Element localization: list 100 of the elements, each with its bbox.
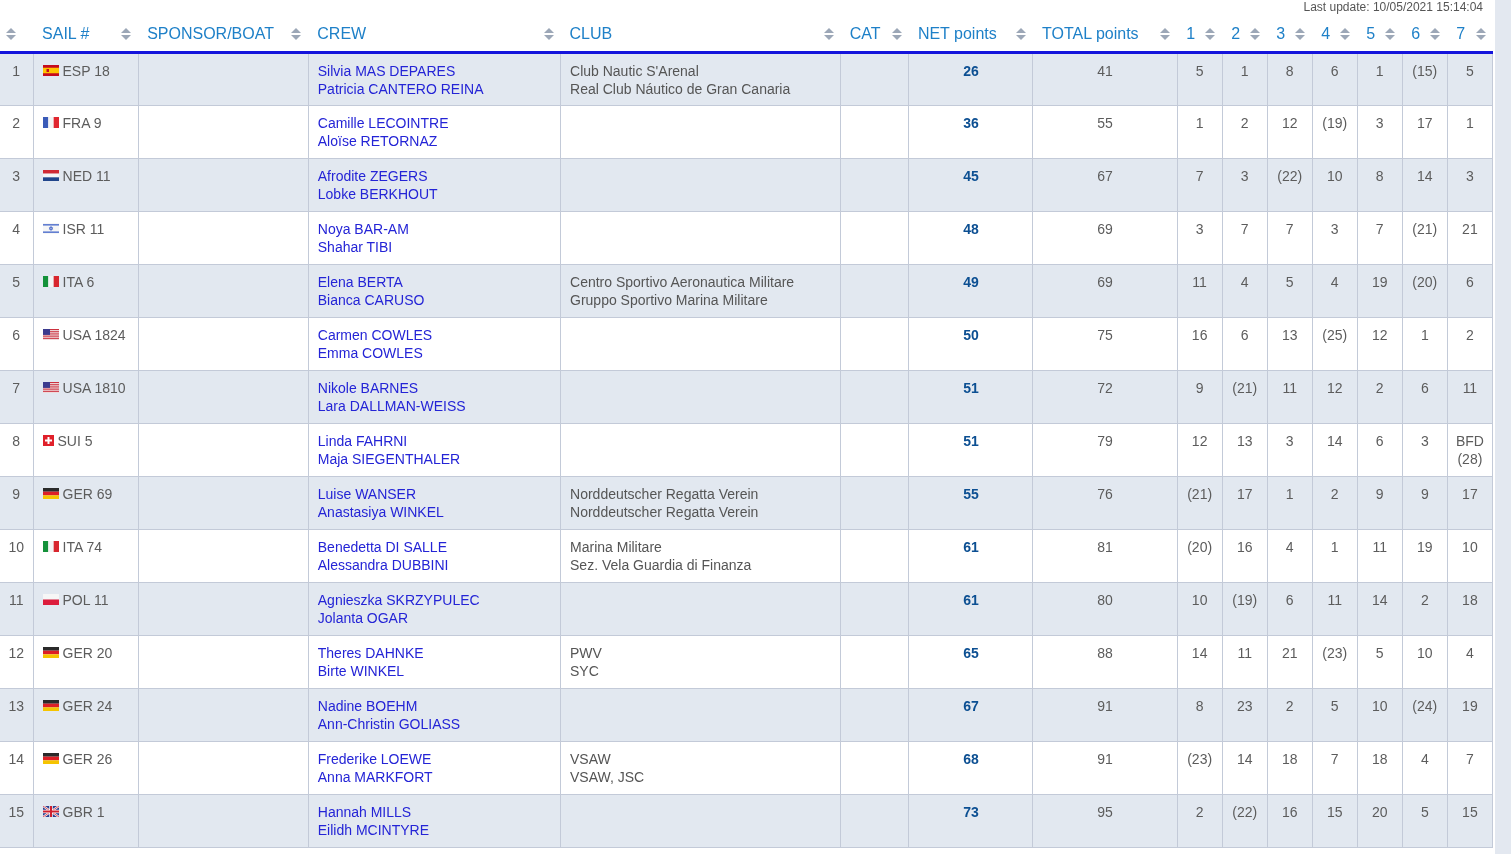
crew-link[interactable]: Luise WANSER xyxy=(317,484,417,503)
rank-text: 12 xyxy=(8,644,25,661)
crew-link[interactable]: Frederike LOEWE xyxy=(317,749,432,768)
race-score: 11 xyxy=(1282,378,1297,397)
race-score: 3 xyxy=(1240,166,1249,185)
crew-link[interactable]: Nadine BOEHM xyxy=(317,696,418,715)
column-header[interactable]: SPONSOR/BOAT xyxy=(138,18,309,52)
column-header[interactable]: 3 xyxy=(1267,18,1313,52)
crew-link[interactable]: Benedetta DI SALLE xyxy=(317,537,447,556)
race-score: 16 xyxy=(1236,537,1253,556)
rank-text: 5 xyxy=(12,273,21,290)
race-score: 1 xyxy=(1375,61,1384,80)
column-header[interactable]: NET points xyxy=(908,18,1033,52)
crew-link[interactable]: Patricia CANTERO REINA xyxy=(317,79,484,98)
club-name: VSAW, JSC xyxy=(570,767,645,786)
crew-link[interactable]: Birte WINKEL xyxy=(317,661,405,680)
column-header[interactable]: SAIL # xyxy=(33,18,139,52)
total-points: 81 xyxy=(1097,538,1113,555)
crew-link[interactable]: Lobke BERKHOUT xyxy=(317,184,438,203)
race-score: 6 xyxy=(1466,272,1474,291)
crew-link[interactable]: Hannah MILLS xyxy=(317,802,412,821)
race-score: 3 xyxy=(1195,219,1204,238)
crew-link[interactable]: Lara DALLMAN-WEISS xyxy=(317,396,466,415)
sail-number: ITA 74 xyxy=(62,537,102,556)
rank-text: 14 xyxy=(8,750,25,767)
crew-link[interactable]: Elena BERTA xyxy=(317,272,403,291)
crew-link[interactable]: Bianca CARUSO xyxy=(317,290,425,309)
rank-text: 8 xyxy=(12,432,21,449)
crew-link[interactable]: Silvia MAS DEPARES xyxy=(317,61,456,80)
club-name: Gruppo Sportivo Marina Militare xyxy=(570,290,768,309)
rank-text: 3 xyxy=(12,167,21,184)
race-score: (20) xyxy=(1187,537,1213,556)
column-header[interactable]: 2 xyxy=(1222,18,1268,52)
race-score: 5 xyxy=(1285,272,1294,291)
race-score: 17 xyxy=(1417,113,1433,132)
total-points: 69 xyxy=(1097,273,1113,290)
race-score: 11 xyxy=(1237,643,1252,662)
crew-link[interactable]: Aloïse RETORNAZ xyxy=(317,131,438,150)
column-header[interactable]: CLUB xyxy=(560,18,841,52)
race-score: 3 xyxy=(1420,431,1429,450)
net-points: 45 xyxy=(963,167,979,184)
column-header[interactable]: 5 xyxy=(1357,18,1403,52)
club-name: Marina Militare xyxy=(570,537,662,556)
rank-text: 2 xyxy=(12,114,21,131)
crew-link[interactable]: Nikole BARNES xyxy=(317,378,419,397)
column-header[interactable]: CREW xyxy=(308,18,561,52)
column-header[interactable]: 4 xyxy=(1312,18,1358,52)
sail-number: SUI 5 xyxy=(57,431,93,450)
crew-link[interactable]: Agnieszka SKRZYPULEC xyxy=(317,590,480,609)
sail-number: USA 1824 xyxy=(62,325,126,344)
race-score: 4 xyxy=(1285,537,1294,556)
race-score: 2 xyxy=(1420,590,1429,609)
race-score: 12 xyxy=(1281,113,1298,132)
race-score: 11 xyxy=(1462,378,1478,397)
race-score: 14 xyxy=(1326,431,1343,450)
crew-link[interactable]: Anna MARKFORT xyxy=(317,767,433,786)
rank-text: 6 xyxy=(12,326,21,343)
crew-link[interactable]: Carmen COWLES xyxy=(317,325,433,344)
race-score: 10 xyxy=(1462,537,1478,556)
total-points: 72 xyxy=(1097,379,1113,396)
net-points: 61 xyxy=(963,591,979,608)
column-header[interactable]: 6 xyxy=(1402,18,1448,52)
net-points: 51 xyxy=(963,379,979,396)
race-score: 2 xyxy=(1375,378,1384,397)
crew-link[interactable]: Anastasiya WINKEL xyxy=(317,502,444,521)
crew-link[interactable]: Afrodite ZEGERS xyxy=(317,166,428,185)
crew-link[interactable]: Alessandra DUBBINI xyxy=(317,555,449,574)
sail-number: GER 20 xyxy=(62,643,113,662)
race-score: 7 xyxy=(1466,749,1474,768)
crew-link[interactable]: Ann-Christin GOLIASS xyxy=(317,714,461,733)
sail-number: ESP 18 xyxy=(62,61,110,80)
column-header[interactable]: CAT xyxy=(840,18,909,52)
club-name: Sez. Vela Guardia di Finanza xyxy=(570,555,752,574)
race-score: (20) xyxy=(1412,272,1438,291)
race-score: 7 xyxy=(1195,166,1204,185)
race-score: 15 xyxy=(1462,802,1478,821)
crew-link[interactable]: Linda FAHRNI xyxy=(317,431,408,450)
column-header[interactable]: 1 xyxy=(1177,18,1223,52)
crew-link[interactable]: Eilidh MCINTYRE xyxy=(317,820,430,839)
crew-link[interactable]: Emma COWLES xyxy=(317,343,423,362)
crew-link[interactable]: Camille LECOINTRE xyxy=(317,113,449,132)
crew-link[interactable]: Shahar TIBI xyxy=(317,237,393,256)
total-points: 76 xyxy=(1097,485,1113,502)
total-points: 69 xyxy=(1097,220,1113,237)
race-score: 6 xyxy=(1420,378,1429,397)
race-score: 5 xyxy=(1330,696,1339,715)
crew-link[interactable]: Noya BAR-AM xyxy=(317,219,409,238)
column-header[interactable]: 7 xyxy=(1447,18,1493,52)
race-score: 11 xyxy=(1372,537,1388,556)
race-score: BFD (28) xyxy=(1454,431,1485,468)
race-score: 2 xyxy=(1285,696,1294,715)
sail-number: NED 11 xyxy=(62,166,111,185)
crew-link[interactable]: Jolanta OGAR xyxy=(317,608,409,627)
crew-link[interactable]: Theres DAHNKE xyxy=(317,643,424,662)
race-score: 1 xyxy=(1420,325,1429,344)
net-points: 55 xyxy=(963,485,979,502)
column-header[interactable]: TOTAL points xyxy=(1033,18,1178,52)
crew-link[interactable]: Maja SIEGENTHALER xyxy=(317,449,461,468)
rank-text: 4 xyxy=(12,220,21,237)
race-score: 8 xyxy=(1195,696,1204,715)
